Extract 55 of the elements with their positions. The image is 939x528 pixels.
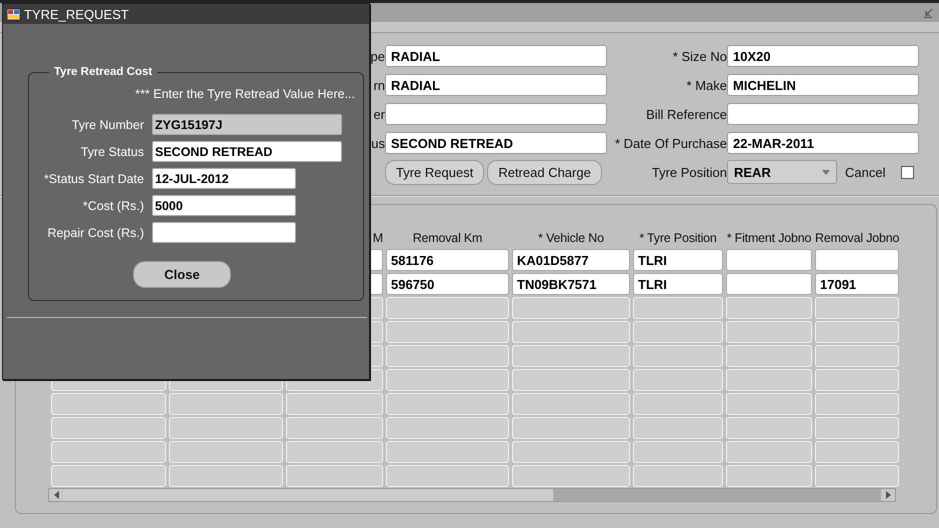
horizontal-scrollbar[interactable] (48, 488, 896, 502)
field-label: * Date Of Purchase (615, 136, 727, 150)
input-field[interactable]: 5000 (152, 195, 296, 216)
input-field[interactable]: RADIAL (385, 74, 607, 96)
table-cell[interactable]: KA01D5877 (512, 249, 630, 271)
input-field[interactable]: 10X20 (727, 45, 919, 67)
input-field[interactable] (385, 103, 607, 125)
field-label: rn (373, 78, 385, 92)
group-title: Tyre Retread Cost (53, 66, 154, 78)
field-label: us (371, 136, 385, 150)
field-label: *Status Start Date (42, 172, 144, 186)
input-field[interactable]: RADIAL (385, 45, 607, 67)
field-label: * Make (686, 78, 727, 92)
dropdown[interactable]: REAR (727, 160, 837, 184)
table-cell[interactable]: 596750 (386, 273, 509, 295)
table-cell[interactable]: TLRI (633, 273, 723, 295)
hint-text: *** Enter the Tyre Retread Value Here... (134, 87, 355, 101)
app-icon (6, 7, 21, 21)
table-cell[interactable]: TLRI (633, 249, 723, 271)
column-header: Removal Jobno (815, 231, 899, 247)
checkbox-label: Cancel (845, 164, 886, 180)
form-button[interactable]: Retread Charge (487, 160, 602, 184)
field-label: Bill Reference (646, 106, 727, 122)
table-cell[interactable] (815, 249, 899, 271)
input-field[interactable]: SECOND RETREAD (152, 141, 342, 162)
input-field[interactable]: MICHELIN (727, 74, 919, 96)
table-cell[interactable]: 17091 (815, 273, 899, 295)
column-header: * Fitment Jobno (726, 231, 812, 247)
minimize-icon[interactable] (923, 8, 933, 18)
column-header: * Vehicle No (537, 231, 605, 247)
checkbox[interactable] (901, 166, 914, 178)
table-cell[interactable] (726, 273, 812, 295)
field-label: Repair Cost (Rs.) (46, 226, 144, 240)
input-field[interactable] (152, 222, 296, 243)
close-button[interactable]: Close (133, 261, 231, 288)
input-field[interactable]: SECOND RETREAD (385, 132, 607, 154)
column-header: M (372, 231, 383, 247)
field-label: er (373, 106, 385, 122)
form-button[interactable]: Tyre Request (385, 160, 484, 184)
caret-icon (822, 170, 830, 174)
field-label: * Size No (672, 48, 727, 64)
column-header: Removal Km (412, 231, 484, 247)
field-label: Tyre Status (80, 144, 144, 158)
column-header: * Tyre Position (638, 231, 718, 247)
field-label: *Cost (Rs.) (82, 198, 144, 212)
table-cell[interactable]: TN09BK7571 (512, 273, 630, 295)
input-field[interactable]: 22-MAR-2011 (727, 132, 919, 154)
table-cell[interactable]: 581176 (386, 249, 509, 271)
field-label: Tyre Number (70, 118, 144, 132)
dialog-title: TYRE_REQUEST (24, 6, 129, 22)
input-field[interactable] (727, 103, 919, 125)
field-label: pe (370, 48, 385, 64)
field-label: Tyre Position (652, 164, 727, 180)
table-cell[interactable] (726, 249, 812, 271)
input-field[interactable]: 12-JUL-2012 (152, 168, 296, 189)
